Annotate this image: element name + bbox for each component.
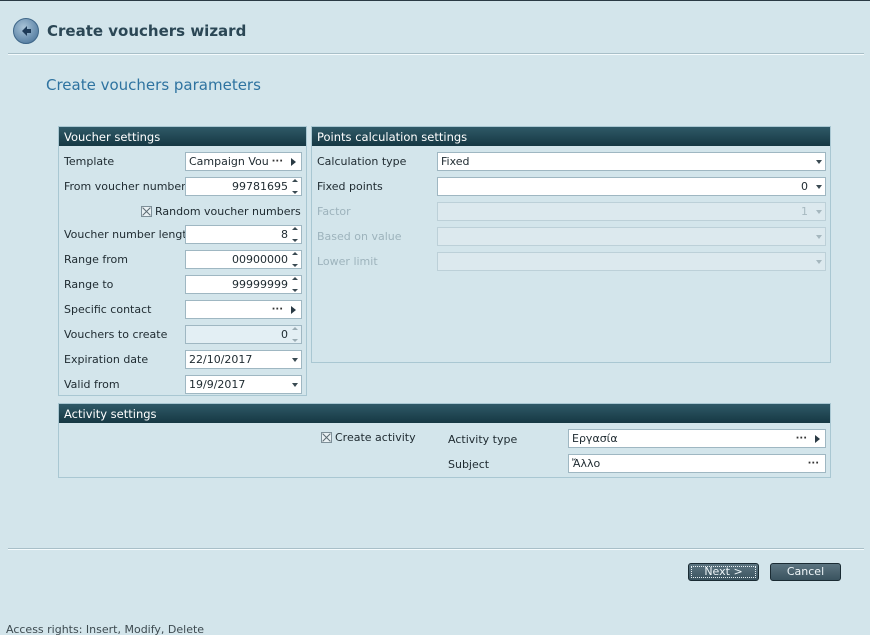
lower-limit-select[interactable] — [437, 252, 826, 271]
range-to-field[interactable]: 99999999 — [185, 275, 302, 294]
dropdown-icon[interactable] — [816, 234, 822, 239]
range-to-value: 99999999 — [232, 278, 288, 291]
template-label: Template — [64, 155, 115, 168]
activity-type-field[interactable]: Εργασία ··· — [568, 429, 826, 448]
from-voucher-number-field[interactable]: 99781695 — [185, 177, 302, 196]
expiration-date-value: 22/10/2017 — [189, 353, 253, 366]
activity-type-label: Activity type — [448, 433, 518, 446]
vouchers-to-create-value: 0 — [281, 328, 288, 341]
factor-value: 1 — [801, 205, 808, 218]
ellipsis-icon[interactable]: ··· — [272, 304, 283, 315]
number-length-value: 8 — [281, 228, 288, 241]
random-numbers-checkbox[interactable]: Random voucher numbers — [141, 205, 301, 218]
back-arrow-icon — [22, 26, 31, 36]
footer-divider — [8, 548, 864, 550]
range-from-value: 00900000 — [232, 253, 288, 266]
spin-icon[interactable] — [290, 277, 300, 292]
dropdown-icon[interactable] — [292, 382, 298, 387]
ellipsis-icon[interactable]: ··· — [796, 433, 807, 444]
range-to-label: Range to — [64, 278, 114, 291]
expiration-date-field[interactable]: 22/10/2017 — [185, 350, 302, 369]
panel-header: Activity settings — [59, 404, 830, 423]
window-top-border — [0, 0, 870, 1]
play-arrow-icon[interactable] — [815, 434, 820, 443]
window-title: Create vouchers wizard — [47, 22, 247, 40]
fixed-points-field[interactable]: 0 — [437, 177, 826, 196]
vouchers-to-create-label: Vouchers to create — [64, 328, 168, 341]
dropdown-icon[interactable] — [816, 184, 822, 189]
calculation-type-value: Fixed — [441, 155, 470, 168]
ellipsis-icon[interactable]: ··· — [272, 156, 283, 167]
range-from-label: Range from — [64, 253, 128, 266]
panel-header: Points calculation settings — [312, 127, 830, 146]
subject-label: Subject — [448, 458, 490, 471]
checkbox-icon[interactable] — [321, 432, 332, 443]
from-voucher-number-label: From voucher number — [64, 180, 186, 193]
dropdown-icon[interactable] — [816, 209, 822, 214]
dropdown-icon[interactable] — [292, 357, 298, 362]
cancel-button[interactable]: Cancel — [770, 563, 841, 581]
spin-icon[interactable] — [290, 227, 300, 242]
number-length-field[interactable]: 8 — [185, 225, 302, 244]
header-divider — [8, 53, 864, 55]
fixed-points-value: 0 — [801, 180, 808, 193]
spin-icon[interactable] — [290, 252, 300, 267]
based-on-value-label: Based on value — [317, 230, 402, 243]
specific-contact-field[interactable]: ··· — [185, 300, 302, 319]
subject-field[interactable]: Ἄλλο ··· — [568, 454, 826, 473]
dropdown-icon[interactable] — [816, 159, 822, 164]
play-arrow-icon[interactable] — [291, 157, 296, 166]
valid-from-value: 19/9/2017 — [189, 378, 246, 391]
ellipsis-icon[interactable]: ··· — [808, 458, 819, 469]
lower-limit-label: Lower limit — [317, 255, 378, 268]
spin-icon[interactable] — [290, 327, 300, 342]
template-field[interactable]: Campaign Vouch ··· — [185, 152, 302, 171]
subject-value: Ἄλλο — [572, 457, 601, 470]
checkbox-icon[interactable] — [141, 206, 152, 217]
play-arrow-icon[interactable] — [291, 305, 296, 314]
vouchers-to-create-field[interactable]: 0 — [185, 325, 302, 344]
voucher-settings-panel: Voucher settings Template Campaign Vouch… — [58, 126, 307, 396]
calculation-type-select[interactable]: Fixed — [437, 152, 826, 171]
fixed-points-label: Fixed points — [317, 180, 383, 193]
next-button[interactable]: Next > — [688, 563, 759, 581]
create-activity-label: Create activity — [335, 431, 416, 444]
dropdown-icon[interactable] — [816, 259, 822, 264]
panel-header: Voucher settings — [59, 127, 306, 146]
spin-icon[interactable] — [290, 179, 300, 194]
random-numbers-label: Random voucher numbers — [155, 205, 301, 218]
valid-from-field[interactable]: 19/9/2017 — [185, 375, 302, 394]
factor-field[interactable]: 1 — [437, 202, 826, 221]
range-from-field[interactable]: 00900000 — [185, 250, 302, 269]
number-length-label: Voucher number length — [64, 228, 194, 241]
status-bar-text: Access rights: Insert, Modify, Delete — [6, 623, 205, 635]
valid-from-label: Valid from — [64, 378, 120, 391]
points-settings-panel: Points calculation settings Calculation … — [311, 126, 831, 363]
activity-settings-panel: Activity settings Create activity Activi… — [58, 403, 831, 478]
specific-contact-label: Specific contact — [64, 303, 152, 316]
template-value: Campaign Vouch — [189, 155, 269, 168]
calculation-type-label: Calculation type — [317, 155, 407, 168]
activity-type-value: Εργασία — [572, 432, 618, 445]
create-activity-checkbox[interactable]: Create activity — [321, 431, 416, 444]
expiration-date-label: Expiration date — [64, 353, 149, 366]
based-on-value-select[interactable] — [437, 227, 826, 246]
from-voucher-number-value: 99781695 — [232, 180, 288, 193]
page-subtitle: Create vouchers parameters — [46, 76, 261, 94]
factor-label: Factor — [317, 205, 351, 218]
back-button[interactable] — [13, 18, 39, 44]
